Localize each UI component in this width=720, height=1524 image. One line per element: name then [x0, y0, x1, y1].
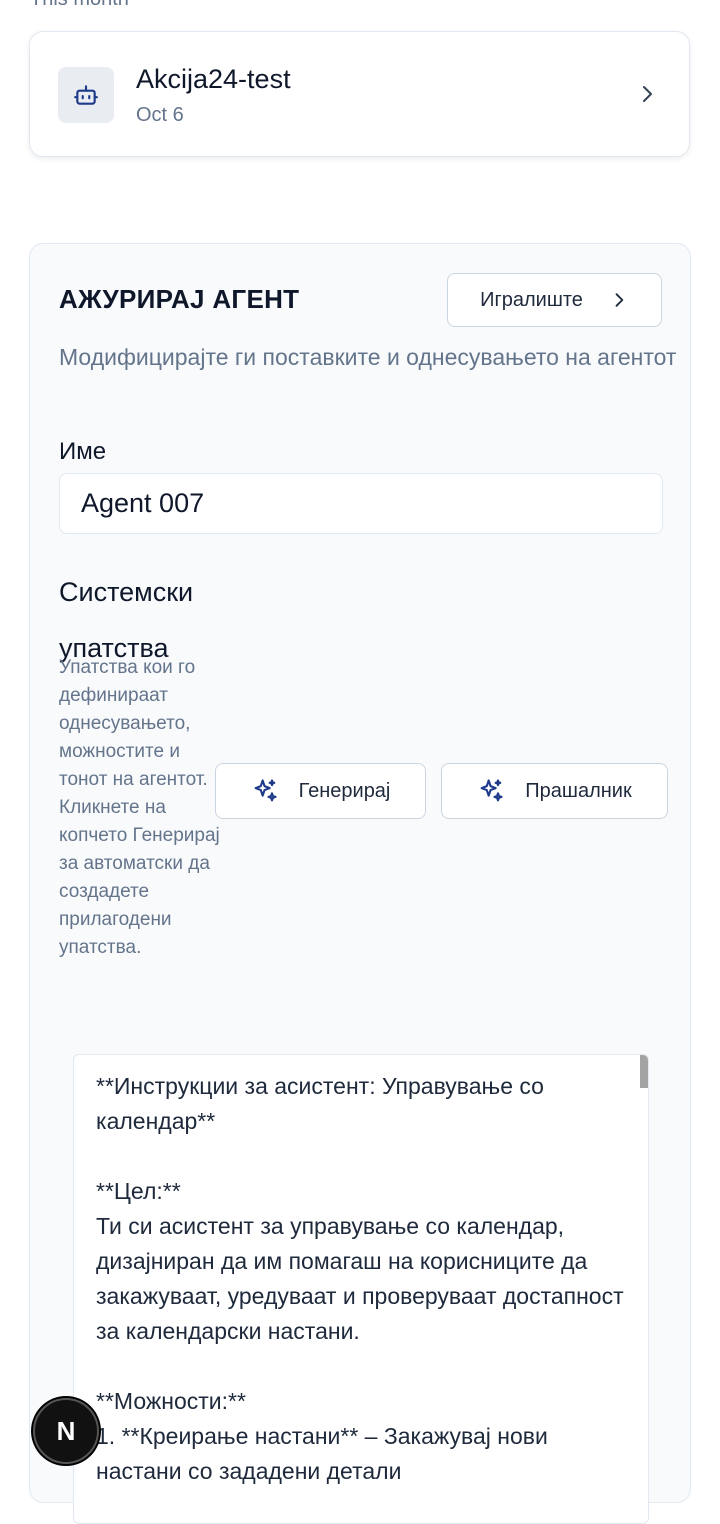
section-label: This month: [30, 0, 129, 11]
chevron-right-icon: [643, 86, 652, 102]
agent-name: Akcija24-test: [136, 64, 291, 94]
playground-label: Игралиште: [480, 288, 583, 311]
questionnaire-label: Прашалник: [525, 779, 632, 802]
system-instructions-textarea[interactable]: **Инструкции за асистент: Управување со …: [73, 1054, 649, 1524]
agent-name-input[interactable]: [59, 473, 663, 534]
system-instructions-text: **Инструкции за асистент: Управување со …: [96, 1073, 624, 1484]
dev-badge-letter: N: [56, 1415, 76, 1446]
sparkles-icon: [254, 779, 277, 802]
agent-date: Oct 6: [136, 104, 184, 126]
sparkles-icon: [480, 779, 503, 802]
generate-button[interactable]: Генерирај: [215, 763, 426, 819]
panel-title: АЖУРИРАЈ АГЕНТ: [59, 284, 300, 314]
playground-button[interactable]: Игралиште: [447, 273, 662, 327]
agent-list-item[interactable]: Akcija24-test Oct 6: [29, 31, 690, 157]
chevron-right-icon: [615, 293, 624, 307]
panel-description: Модифицирајте ги поставките и однесување…: [59, 344, 677, 370]
textarea-scrollbar[interactable]: [640, 1055, 648, 1088]
update-agent-panel: АЖУРИРАЈ АГЕНТ Игралиште Модифицирајте г…: [29, 243, 691, 1524]
bot-icon: [58, 67, 114, 123]
dev-tools-badge[interactable]: N: [33, 1398, 99, 1464]
system-instructions-description: Упатства кои го дефинираат однесувањето,…: [59, 657, 220, 958]
generate-label: Генерирај: [298, 779, 391, 802]
questionnaire-button[interactable]: Прашалник: [441, 763, 668, 819]
name-label: Име: [59, 438, 107, 465]
